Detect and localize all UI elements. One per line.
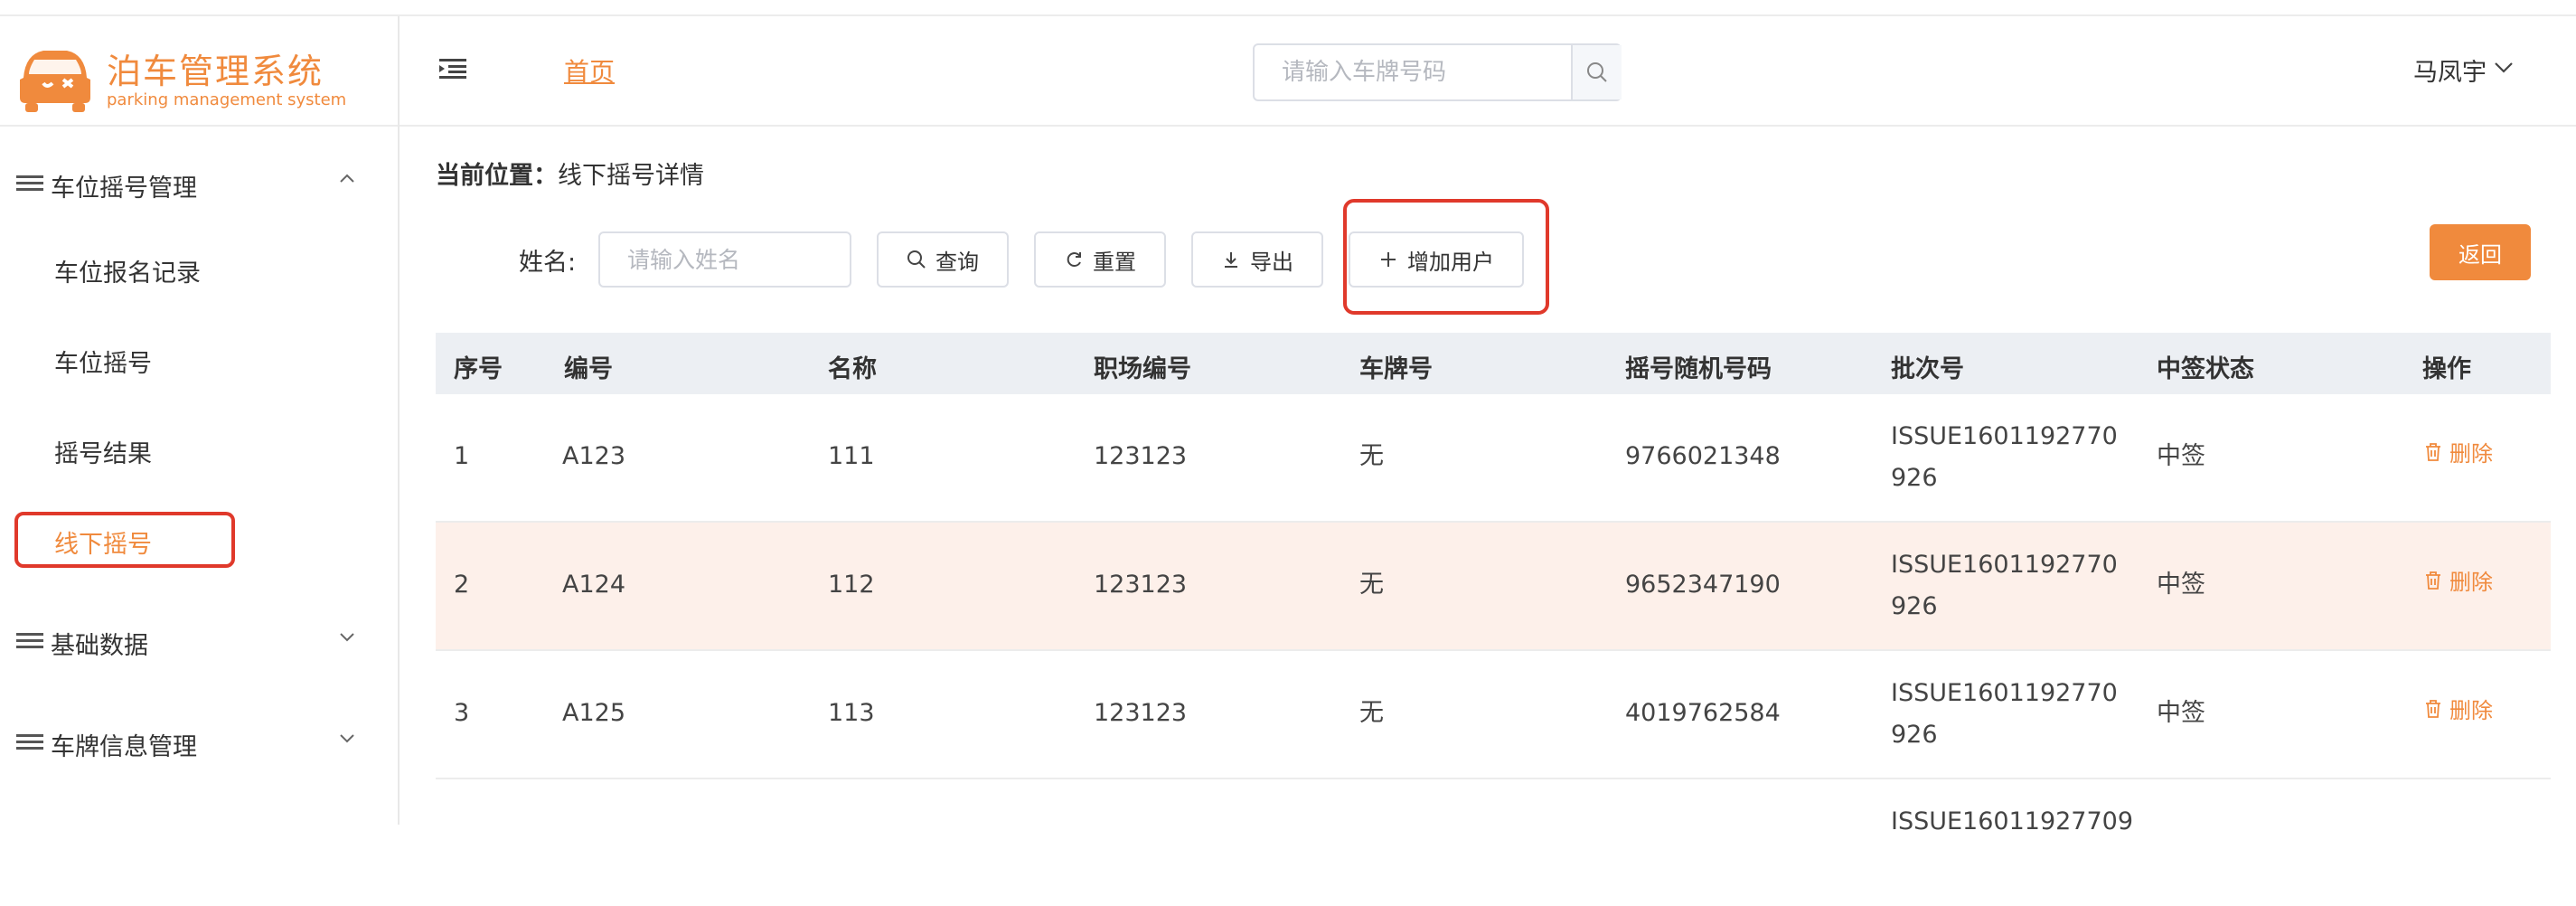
logo-divider — [0, 125, 398, 127]
header: 首页 马凤宇 — [400, 16, 2576, 127]
chevron-down-icon — [340, 633, 354, 642]
cell-status: 中签 — [2157, 571, 2205, 599]
column-header: 名称 — [828, 355, 877, 383]
refresh-icon — [1067, 252, 1081, 267]
cell-index: 1 — [454, 442, 470, 470]
cell-plate: 无 — [1359, 699, 1384, 727]
cell-batch: ISSUE1601192770926 — [1891, 679, 2118, 749]
delete-button[interactable]: 删除 — [2424, 564, 2493, 596]
query-button-label: 查询 — [935, 249, 979, 275]
menu-group-lottery[interactable]: 车位摇号管理 — [0, 152, 398, 215]
home-link[interactable]: 首页 — [564, 52, 615, 89]
export-button-label: 导出 — [1250, 249, 1293, 275]
delete-button[interactable]: 删除 — [2424, 693, 2493, 724]
breadcrumb: 当前位置：线下摇号详情 — [436, 156, 704, 191]
table-header: 序号 编号 名称 职场编号 车牌号 摇号随机号码 批次号 中签状态 操作 — [436, 333, 2551, 394]
menu-group-label: 车位摇号管理 — [51, 175, 197, 203]
cell-random-number: 9652347190 — [1625, 571, 1781, 599]
cell-site: 123123 — [1094, 571, 1188, 599]
menu-group-plate-info[interactable]: 车牌信息管理 — [0, 711, 398, 774]
search-icon — [1587, 62, 1607, 82]
breadcrumb-current: 线下摇号详情 — [558, 162, 704, 190]
cell-random-number: 4019762584 — [1625, 699, 1781, 727]
cell-index: 2 — [454, 571, 470, 599]
cell-status: 中签 — [2157, 442, 2205, 470]
reset-button[interactable]: 重置 — [1034, 231, 1166, 288]
chevron-down-icon — [340, 734, 354, 743]
menu-list-icon — [16, 633, 43, 651]
table-row: 3 A125 113 123123 无 4019762584 ISSUE1601… — [436, 651, 2551, 779]
column-header: 批次号 — [1891, 355, 1964, 383]
car-logo-icon — [20, 51, 90, 112]
app-subtitle: parking management system — [107, 90, 347, 109]
menu-list-icon — [16, 175, 43, 193]
chevron-up-icon — [340, 174, 354, 183]
cell-batch: ISSUE16011927709 — [1891, 807, 2134, 835]
name-filter-input[interactable] — [598, 231, 851, 288]
column-header: 职场编号 — [1094, 355, 1191, 383]
download-icon — [1225, 252, 1237, 268]
delete-label: 删除 — [2449, 698, 2493, 723]
column-header: 中签状态 — [2157, 355, 2254, 383]
cell-code: A124 — [562, 571, 626, 599]
menu-fold-icon[interactable] — [439, 58, 466, 80]
name-filter-label: 姓名: — [519, 249, 577, 277]
plate-search — [1253, 43, 1622, 101]
cell-code: A125 — [562, 699, 626, 727]
plate-search-input[interactable] — [1255, 45, 1571, 99]
cell-batch: ISSUE1601192770926 — [1891, 551, 2118, 620]
cell-site: 123123 — [1094, 442, 1188, 470]
cell-code: A123 — [562, 442, 626, 470]
sidebar: 泊车管理系统 parking management system 车位摇号管理 … — [0, 16, 400, 825]
export-button[interactable]: 导出 — [1191, 231, 1323, 288]
cell-batch: ISSUE1601192770926 — [1891, 422, 2118, 492]
column-header: 车牌号 — [1359, 355, 1433, 383]
cell-name: 112 — [828, 571, 875, 599]
sidebar-item-lottery-results[interactable]: 摇号结果 — [54, 434, 152, 469]
delete-label: 删除 — [2449, 441, 2493, 467]
menu-group-label: 基础数据 — [51, 632, 148, 660]
reset-button-label: 重置 — [1093, 249, 1136, 275]
user-menu[interactable]: 马凤宇 — [2413, 52, 2487, 88]
query-button[interactable]: 查询 — [877, 231, 1009, 288]
table-row: ISSUE16011927709 — [436, 779, 2551, 906]
delete-button[interactable]: 删除 — [2424, 436, 2493, 467]
menu-group-label: 车牌信息管理 — [51, 733, 197, 761]
top-border — [0, 0, 2576, 16]
cell-site: 123123 — [1094, 699, 1188, 727]
table-row: 1 A123 111 123123 无 9766021348 ISSUE1601… — [436, 394, 2551, 523]
column-header: 序号 — [454, 355, 503, 383]
menu-group-basic-data[interactable]: 基础数据 — [0, 609, 398, 673]
column-header: 摇号随机号码 — [1625, 355, 1772, 383]
highlight-box-sidebar — [14, 512, 235, 568]
search-button[interactable] — [1571, 45, 1622, 99]
sidebar-item-signup-records[interactable]: 车位报名记录 — [54, 253, 201, 288]
chevron-down-icon[interactable] — [2493, 58, 2515, 76]
trash-icon — [2426, 571, 2440, 590]
highlight-box-add-user — [1343, 199, 1549, 315]
search-icon — [907, 250, 926, 269]
sidebar-item-lottery[interactable]: 车位摇号 — [54, 344, 152, 379]
breadcrumb-label: 当前位置： — [436, 162, 558, 190]
cell-name: 113 — [828, 699, 875, 727]
menu-list-icon — [16, 734, 43, 752]
table-row: 2 A124 112 123123 无 9652347190 ISSUE1601… — [436, 523, 2551, 651]
cell-index: 3 — [454, 699, 470, 727]
column-header: 操作 — [2422, 355, 2471, 383]
logo: 泊车管理系统 parking management system — [16, 34, 387, 125]
cell-status: 中签 — [2157, 699, 2205, 727]
column-header: 编号 — [564, 355, 613, 383]
cell-plate: 无 — [1359, 442, 1384, 470]
delete-label: 删除 — [2449, 570, 2493, 595]
cell-name: 111 — [828, 442, 875, 470]
back-button[interactable]: 返回 — [2430, 224, 2531, 280]
cell-random-number: 9766021348 — [1625, 442, 1781, 470]
trash-icon — [2426, 442, 2440, 461]
app-title: 泊车管理系统 — [107, 52, 324, 91]
cell-plate: 无 — [1359, 571, 1384, 599]
trash-icon — [2426, 699, 2440, 718]
